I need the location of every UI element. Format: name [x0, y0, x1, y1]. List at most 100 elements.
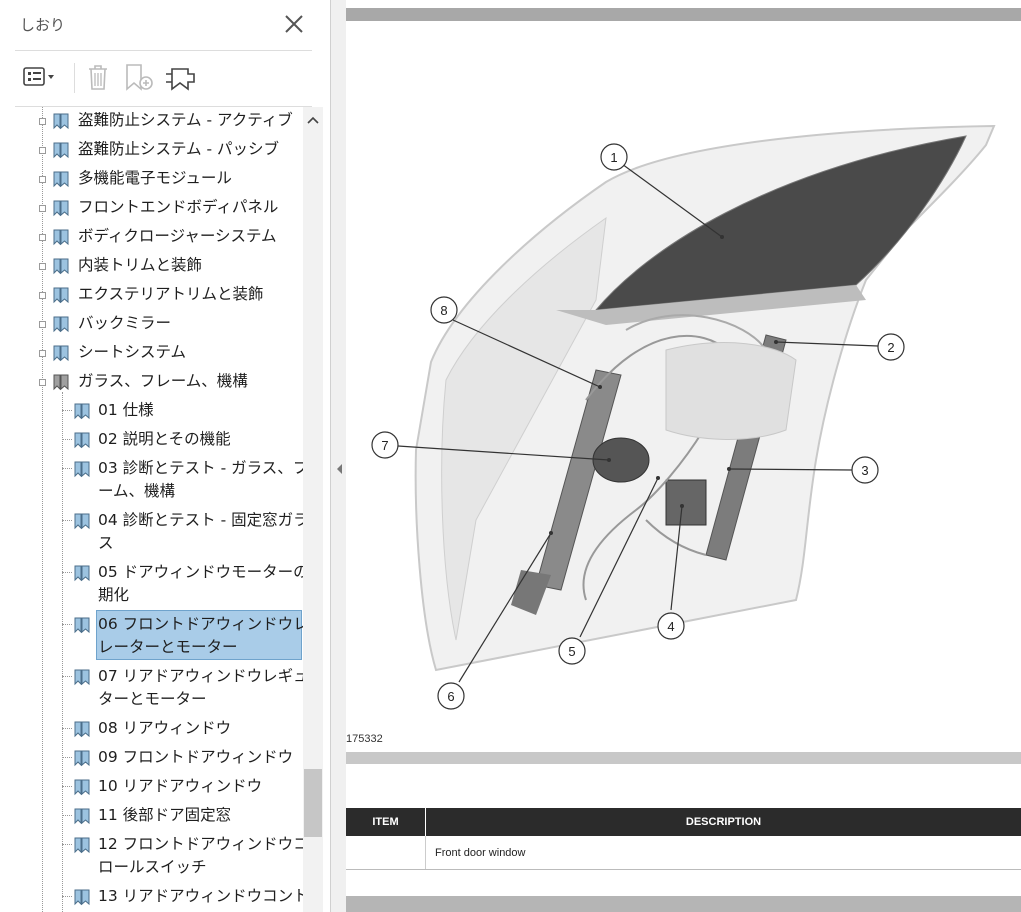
tree-item-label-cont: 期化: [98, 586, 130, 604]
tree-item-label: 04 診断とテスト - 固定窓ガラ: [98, 511, 303, 529]
tree-item-label: バックミラー: [78, 314, 172, 332]
column-header-description: DESCRIPTION: [685, 816, 762, 828]
bookmark-icon: [74, 808, 90, 825]
tree-item-label: 12 フロントドアウィンドウコント: [98, 835, 303, 853]
find-bookmark-icon[interactable]: [162, 60, 198, 94]
toolbar-divider: [74, 63, 75, 93]
tree-item[interactable]: フロントエンドボディパネル: [0, 196, 303, 219]
tree-item-label: 05 ドアウィンドウモーターの初: [98, 563, 303, 581]
bookmark-icon: [74, 432, 90, 449]
list-options-icon[interactable]: [20, 60, 56, 94]
tree-item-label: ガラス、フレーム、機構: [78, 372, 248, 390]
bookmark-icon: [53, 345, 69, 362]
expand-toggle[interactable]: [39, 147, 46, 154]
bookmark-icon: [74, 513, 90, 530]
bookmark-icon: [53, 316, 69, 333]
chevron-up-icon[interactable]: [303, 111, 323, 129]
door-illustration: 1 2 3 4 5 6 7 8: [371, 124, 996, 710]
tree-item-label: 03 診断とテスト - ガラス、フレ: [98, 459, 303, 477]
svg-text:2: 2: [887, 340, 894, 355]
panel-title: しおり: [20, 16, 66, 34]
bookmark-tree: 盗難防止システム - アクティブ 盗難防止システム - パッシブ 多機能電子モジ…: [0, 107, 303, 912]
table-cell-description: Front door window: [435, 847, 526, 859]
tree-item[interactable]: 盗難防止システム - アクティブ: [0, 109, 303, 132]
bookmark-icon: [74, 750, 90, 767]
tree-child-item[interactable]: 03 診断とテスト - ガラス、フレ ーム、機構: [0, 457, 303, 503]
tree-child-item[interactable]: 13 リアドアウィンドウコントロー: [0, 885, 303, 908]
chevron-left-icon[interactable]: [334, 462, 344, 476]
tree-child-item[interactable]: 01 仕様: [0, 399, 303, 422]
table-header: ITEM DESCRIPTION: [346, 808, 1021, 836]
callout-7: 7: [371, 431, 399, 459]
bookmarks-panel: しおり 盗難防止システム - アクティブ 盗難防止システム - パッシブ 多機能…: [0, 0, 331, 912]
tree-item-label: 内装トリムと装飾: [78, 256, 203, 274]
expand-toggle[interactable]: [39, 205, 46, 212]
tree-child-item[interactable]: 07 リアドアウィンドウレギュレー ターとモーター: [0, 665, 303, 711]
tree-item[interactable]: ボディクロージャーシステム: [0, 225, 303, 248]
tree-item-label: ボディクロージャーシステム: [78, 227, 277, 245]
tree-child-item[interactable]: 12 フロントドアウィンドウコント ロールスイッチ: [0, 833, 303, 879]
tree-item[interactable]: エクステリアトリムと装飾: [0, 283, 303, 306]
tree-child-item-selected[interactable]: 06 フロントドアウィンドウレギュ レーターとモーター: [0, 610, 303, 660]
svg-text:6: 6: [447, 689, 454, 704]
scroll-thumb[interactable]: [304, 769, 322, 837]
document-view: 1 2 3 4 5 6 7 8 175332 ITEM DESCRIPTION …: [346, 0, 1021, 912]
tree-scrollbar[interactable]: [303, 107, 323, 912]
callout-1: 1: [600, 143, 628, 171]
tree-child-item[interactable]: 11 後部ドア固定窓: [0, 804, 303, 827]
callout-6: 6: [437, 682, 465, 710]
bookmark-icon: [53, 113, 69, 130]
expand-toggle[interactable]: [39, 321, 46, 328]
bookmark-icon: [53, 200, 69, 217]
tree-item-label-cont: レーターとモーター: [98, 638, 238, 656]
tree-item[interactable]: 多機能電子モジュール: [0, 167, 303, 190]
panel-collapse-handle[interactable]: [331, 0, 346, 912]
expand-toggle[interactable]: [39, 350, 46, 357]
tree-item-label: シートシステム: [78, 343, 187, 361]
tree-item-label-cont: ターとモーター: [98, 690, 207, 708]
bookmark-icon: [74, 779, 90, 796]
tree-item[interactable]: シートシステム: [0, 341, 303, 364]
expand-toggle[interactable]: [39, 176, 46, 183]
tree-child-item[interactable]: 10 リアドアウィンドウ: [0, 775, 303, 798]
expand-toggle[interactable]: [39, 263, 46, 270]
tree-item-label: 11 後部ドア固定窓: [98, 806, 232, 824]
tree-item[interactable]: バックミラー: [0, 312, 303, 335]
tree-item-label: 盗難防止システム - アクティブ: [78, 111, 293, 129]
svg-text:5: 5: [568, 644, 575, 659]
add-bookmark-icon[interactable]: [121, 60, 157, 94]
tree-child-item[interactable]: 05 ドアウィンドウモーターの初 期化: [0, 561, 303, 607]
svg-text:4: 4: [667, 619, 674, 634]
divider: [15, 50, 312, 51]
callout-8: 8: [430, 296, 458, 324]
tree-child-item[interactable]: 08 リアウィンドウ: [0, 717, 303, 740]
bookmark-icon: [74, 889, 90, 906]
tree-item[interactable]: 盗難防止システム - パッシブ: [0, 138, 303, 161]
tree-child-item[interactable]: 04 診断とテスト - 固定窓ガラ ス: [0, 509, 303, 555]
close-icon[interactable]: [281, 11, 307, 37]
collapse-toggle[interactable]: [39, 379, 46, 386]
svg-text:3: 3: [861, 463, 868, 478]
bookmark-icon: [53, 287, 69, 304]
bookmark-icon: [74, 617, 90, 634]
bookmark-icon: [74, 721, 90, 738]
tree-item-label: フロントエンドボディパネル: [78, 198, 279, 216]
tree-item-expanded[interactable]: ガラス、フレーム、機構: [0, 370, 303, 393]
tree-item-label: 13 リアドアウィンドウコントロー: [98, 887, 303, 905]
expand-toggle[interactable]: [39, 292, 46, 299]
tree-item-label: 02 説明とその機能: [98, 430, 231, 448]
trash-icon[interactable]: [80, 60, 116, 94]
bookmark-icon: [74, 565, 90, 582]
bookmark-icon: [53, 258, 69, 275]
tree-item-label: エクステリアトリムと装飾: [78, 285, 264, 303]
callout-2: 2: [877, 333, 905, 361]
tree-item-label: 09 フロントドアウィンドウ: [98, 748, 294, 766]
page-separator: [346, 8, 1021, 21]
tree-item-label: 06 フロントドアウィンドウレギュ: [98, 615, 303, 633]
bookmark-icon: [53, 229, 69, 246]
tree-child-item[interactable]: 09 フロントドアウィンドウ: [0, 746, 303, 769]
tree-item[interactable]: 内装トリムと装飾: [0, 254, 303, 277]
expand-toggle[interactable]: [39, 118, 46, 125]
expand-toggle[interactable]: [39, 234, 46, 241]
tree-child-item[interactable]: 02 説明とその機能: [0, 428, 303, 451]
